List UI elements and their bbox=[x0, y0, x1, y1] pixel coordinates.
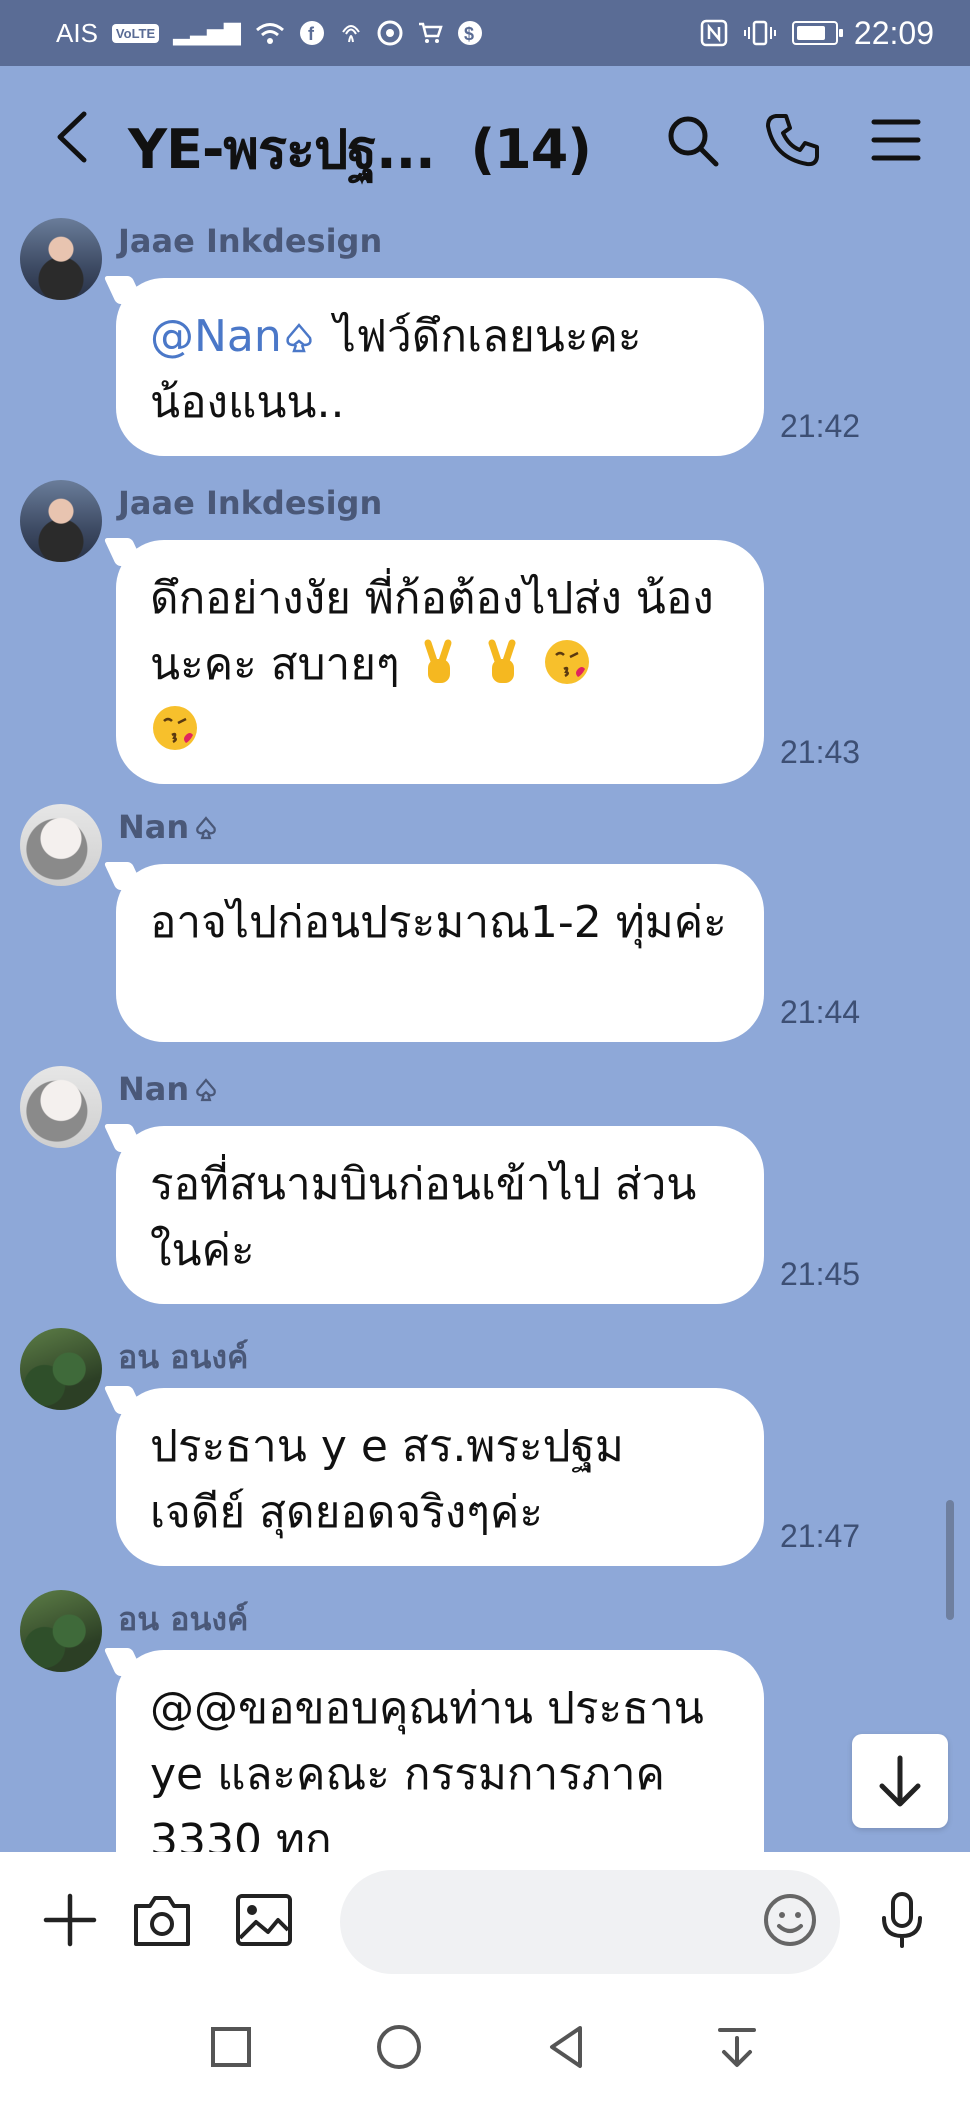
message-text: รอที่สนามบินก่อนเข้าไป ส่วนในค่ะ bbox=[150, 1159, 697, 1276]
message-time: 21:42 bbox=[780, 408, 861, 444]
dollar-icon: $ bbox=[457, 21, 482, 45]
message-bubble[interactable]: @@ขอขอบคุณท่าน ประธาน ye และคณะ กรรมการภ… bbox=[116, 1650, 764, 1852]
cart-icon bbox=[418, 22, 443, 43]
status-time: 22:09 bbox=[853, 14, 934, 51]
menu-icon[interactable] bbox=[866, 110, 926, 170]
system-nav-bar bbox=[0, 1992, 970, 2102]
kiss-face-icon bbox=[153, 706, 197, 750]
group-name: YE-พระปฐ... bbox=[128, 118, 436, 181]
vibrate-icon bbox=[743, 20, 776, 46]
spade-icon bbox=[196, 816, 217, 840]
sender-name: Nan bbox=[118, 1070, 219, 1108]
victory-hand-icon bbox=[424, 639, 452, 683]
avatar[interactable] bbox=[20, 1066, 102, 1148]
chat-title: YE-พระปฐ... (14) bbox=[128, 106, 592, 192]
volte-badge: VoLTE bbox=[111, 23, 160, 43]
battery-icon bbox=[791, 21, 843, 45]
avatar[interactable] bbox=[20, 218, 102, 300]
kiss-face-icon bbox=[544, 640, 589, 684]
carrier-label: AIS bbox=[56, 17, 98, 48]
message-time: 21:43 bbox=[780, 734, 861, 770]
emoji-icon[interactable] bbox=[758, 1888, 822, 1952]
fingerprint-icon bbox=[342, 25, 360, 43]
notification-nav-icon[interactable] bbox=[712, 2022, 762, 2072]
triangle-nav-icon[interactable] bbox=[542, 2022, 592, 2072]
facebook-icon: f bbox=[299, 21, 324, 45]
spade-icon bbox=[286, 323, 312, 353]
victory-hand-icon bbox=[488, 639, 516, 683]
sender-name: อน อนงค์ bbox=[118, 1338, 249, 1376]
spade-icon bbox=[196, 1078, 217, 1102]
message-bubble[interactable]: @Nan ไฟว์ดึกเลยนะคะ น้องแนน.. bbox=[116, 278, 764, 456]
camera-icon[interactable] bbox=[130, 1888, 194, 1952]
message-text: ประธาน y e สร.พระปฐม เจดีย์ สุดยอดจริงๆค… bbox=[150, 1421, 624, 1538]
message-bubble[interactable]: อาจไปก่อนประมาณ1-2 ทุ่มค่ะ bbox=[116, 864, 764, 1042]
scroll-to-bottom-button[interactable] bbox=[852, 1734, 948, 1828]
signal-icon: ▂▃▅▇ bbox=[173, 20, 241, 45]
search-icon[interactable] bbox=[662, 110, 722, 170]
avatar[interactable] bbox=[20, 804, 102, 886]
plus-icon[interactable] bbox=[38, 1888, 102, 1952]
svg-text:$: $ bbox=[464, 24, 474, 44]
wifi-icon bbox=[255, 23, 284, 44]
sender-name: Jaae Inkdesign bbox=[118, 222, 383, 260]
chrome-icon bbox=[377, 20, 403, 46]
message-text: @@ขอขอบคุณท่าน ประธาน ye และคณะ กรรมการภ… bbox=[150, 1683, 704, 1852]
message-input-bar bbox=[0, 1852, 970, 1992]
microphone-icon[interactable] bbox=[870, 1888, 934, 1952]
message-bubble[interactable]: รอที่สนามบินก่อนเข้าไป ส่วนในค่ะ bbox=[116, 1126, 764, 1304]
scrollbar-thumb[interactable] bbox=[946, 1500, 954, 1620]
message-time: 21:45 bbox=[780, 1256, 861, 1292]
nfc-icon bbox=[700, 19, 728, 47]
message-text: อาจไปก่อนประมาณ1-2 ทุ่มค่ะ bbox=[150, 897, 727, 948]
image-icon[interactable] bbox=[232, 1888, 296, 1952]
svg-text:f: f bbox=[308, 24, 315, 44]
square-nav-icon[interactable] bbox=[206, 2022, 256, 2072]
circle-nav-icon[interactable] bbox=[374, 2022, 424, 2072]
mention-link[interactable]: @Nan bbox=[150, 311, 282, 362]
message-bubble[interactable]: ประธาน y e สร.พระปฐม เจดีย์ สุดยอดจริงๆค… bbox=[116, 1388, 764, 1566]
back-icon[interactable] bbox=[44, 102, 104, 172]
chat-header: YE-พระปฐ... (14) bbox=[0, 66, 970, 212]
sender-name: Jaae Inkdesign bbox=[118, 484, 383, 522]
member-count: (14) bbox=[470, 118, 592, 181]
message-time: 21:47 bbox=[780, 1518, 861, 1554]
sender-name: อน อนงค์ bbox=[118, 1600, 249, 1638]
sender-name: Nan bbox=[118, 808, 219, 846]
phone-icon[interactable] bbox=[762, 110, 822, 170]
avatar[interactable] bbox=[20, 1328, 102, 1410]
avatar[interactable] bbox=[20, 480, 102, 562]
message-time: 21:44 bbox=[780, 994, 861, 1030]
avatar[interactable] bbox=[20, 1590, 102, 1672]
message-bubble[interactable]: ดึกอย่างงัย พี่ก้อต้องไปส่ง น้องนะคะ สบา… bbox=[116, 540, 764, 784]
chat-message-list[interactable]: Jaae Inkdesign @Nan ไฟว์ดึกเลยนะคะ น้องแน… bbox=[0, 212, 970, 1852]
arrow-down-icon bbox=[879, 1755, 921, 1807]
status-bar: AIS VoLTE ▂▃▅▇ f $ 22:09 bbox=[0, 0, 970, 66]
